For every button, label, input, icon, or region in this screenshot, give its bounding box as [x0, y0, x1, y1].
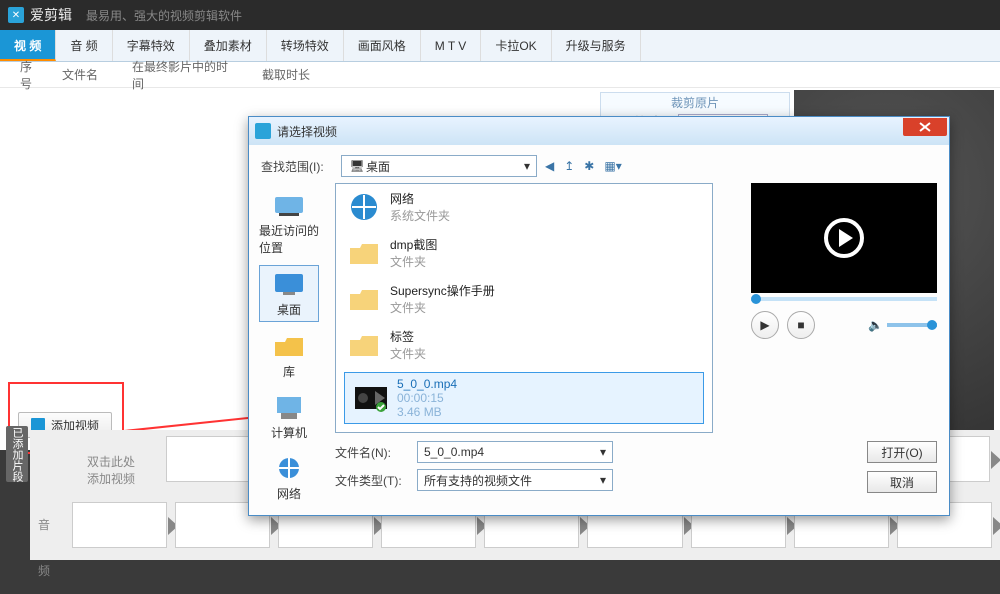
filename-label: 文件名(N): — [335, 444, 407, 461]
filename-value: 5_0_0.mp4 — [424, 445, 484, 459]
filename-combo[interactable]: 5_0_0.mp4 ▾ — [417, 441, 613, 463]
filetype-combo[interactable]: 所有支持的视频文件 ▾ — [417, 469, 613, 491]
dialog-close-button[interactable] — [903, 118, 947, 136]
app-name: 爱剪辑 — [30, 5, 72, 25]
dialog-titlebar: 请选择视频 — [249, 117, 949, 145]
dialog-title: 请选择视频 — [277, 123, 337, 140]
app-logo: ✕ — [8, 7, 24, 23]
desktop-icon: 🖥 — [348, 159, 366, 173]
tab-mtv[interactable]: M T V — [421, 30, 482, 61]
scope-value: 桌面 — [366, 158, 390, 175]
selected-file-duration: 00:00:15 — [397, 391, 457, 405]
dialog-preview-pane: ▶ ■ 🔈 — [751, 183, 937, 339]
scope-label: 查找范围(I): — [261, 158, 333, 175]
filetype-value: 所有支持的视频文件 — [424, 472, 532, 489]
preview-screen[interactable] — [751, 183, 937, 293]
folder-icon — [346, 282, 382, 316]
tab-karaoke[interactable]: 卡拉OK — [481, 30, 551, 61]
place-computer[interactable]: 计算机 — [259, 389, 319, 444]
dialog-icon — [255, 123, 271, 139]
file-item-folder[interactable]: Supersync操作手册文件夹 — [336, 276, 712, 322]
speaker-icon: 🔈 — [868, 318, 883, 332]
nav-up-button[interactable]: ↥ — [564, 159, 574, 173]
file-item-folder[interactable]: 标签文件夹 — [336, 322, 712, 368]
col-time: 在最终影片中的时间 — [120, 58, 250, 92]
tab-subtitle-fx[interactable]: 字幕特效 — [113, 30, 190, 61]
new-folder-button[interactable]: ✱ — [584, 159, 594, 173]
selected-file-name: 5_0_0.mp4 — [397, 377, 457, 391]
chevron-down-icon: ▾ — [600, 445, 606, 459]
file-item-selected-video[interactable]: 5_0_0.mp4 00:00:15 3.46 MB — [344, 372, 704, 424]
close-icon — [918, 122, 932, 132]
place-desktop[interactable]: 桌面 — [259, 265, 319, 322]
col-cutlen: 截取时长 — [250, 66, 330, 83]
added-clips-tab[interactable]: 已添加片段 — [6, 426, 28, 482]
network-icon — [346, 190, 382, 224]
cancel-button[interactable]: 取消 — [867, 471, 937, 493]
col-filename: 文件名 — [50, 66, 120, 83]
tab-audio[interactable]: 音 频 — [56, 30, 112, 61]
dialog-toolbar: ◀ ↥ ✱ ▦▾ — [545, 159, 622, 173]
chevron-down-icon: ▾ — [600, 473, 606, 487]
file-item-network[interactable]: 网络系统文件夹 — [336, 184, 712, 230]
place-library[interactable]: 库 — [259, 328, 319, 383]
tab-transition[interactable]: 转场特效 — [267, 30, 344, 61]
place-network[interactable]: 网络 — [259, 450, 319, 505]
video-track-hint[interactable]: 双击此处 添加视频 — [66, 450, 156, 490]
audio-slot[interactable] — [72, 502, 167, 548]
play-icon — [824, 218, 864, 258]
app-tagline: 最易用、强大的视频剪辑软件 — [86, 7, 242, 24]
filetype-label: 文件类型(T): — [335, 472, 407, 489]
nav-back-button[interactable]: ◀ — [545, 159, 554, 173]
play-button[interactable]: ▶ — [751, 311, 779, 339]
open-button[interactable]: 打开(O) — [867, 441, 937, 463]
tab-style[interactable]: 画面风格 — [344, 30, 421, 61]
audio-track-label: 音 频 — [38, 502, 64, 548]
selected-file-size: 3.46 MB — [397, 405, 457, 419]
col-index: 序号 — [8, 58, 50, 92]
tab-upgrade[interactable]: 升级与服务 — [552, 30, 641, 61]
folder-icon — [346, 236, 382, 270]
app-titlebar: ✕ 爱剪辑 最易用、强大的视频剪辑软件 — [0, 0, 1000, 30]
list-column-headers: 序号 文件名 在最终影片中的时间 截取时长 — [0, 62, 1000, 88]
file-list-pane[interactable]: 网络系统文件夹 dmp截图文件夹 Supersync操作手册文件夹 标签文件夹 … — [335, 183, 713, 433]
volume-control[interactable]: 🔈 — [868, 318, 937, 332]
stop-button[interactable]: ■ — [787, 311, 815, 339]
chevron-down-icon: ▾ — [524, 159, 530, 173]
video-thumb-icon — [353, 381, 389, 415]
tab-video[interactable]: 视 频 — [0, 30, 56, 61]
tab-overlay[interactable]: 叠加素材 — [190, 30, 267, 61]
scope-combo[interactable]: 🖥 桌面 ▾ — [341, 155, 537, 177]
place-recent[interactable]: 最近访问的位置 — [259, 187, 319, 259]
folder-icon — [346, 328, 382, 362]
crop-title: 裁剪原片 — [671, 94, 719, 111]
places-bar: 最近访问的位置 桌面 库 计算机 网络 — [259, 187, 319, 505]
preview-scrubber[interactable] — [751, 297, 937, 301]
view-mode-button[interactable]: ▦▾ — [604, 159, 621, 173]
file-open-dialog: 请选择视频 查找范围(I): 🖥 桌面 ▾ ◀ ↥ ✱ ▦▾ 最近访问的位置 桌… — [248, 116, 950, 516]
file-item-folder[interactable]: dmp截图文件夹 — [336, 230, 712, 276]
